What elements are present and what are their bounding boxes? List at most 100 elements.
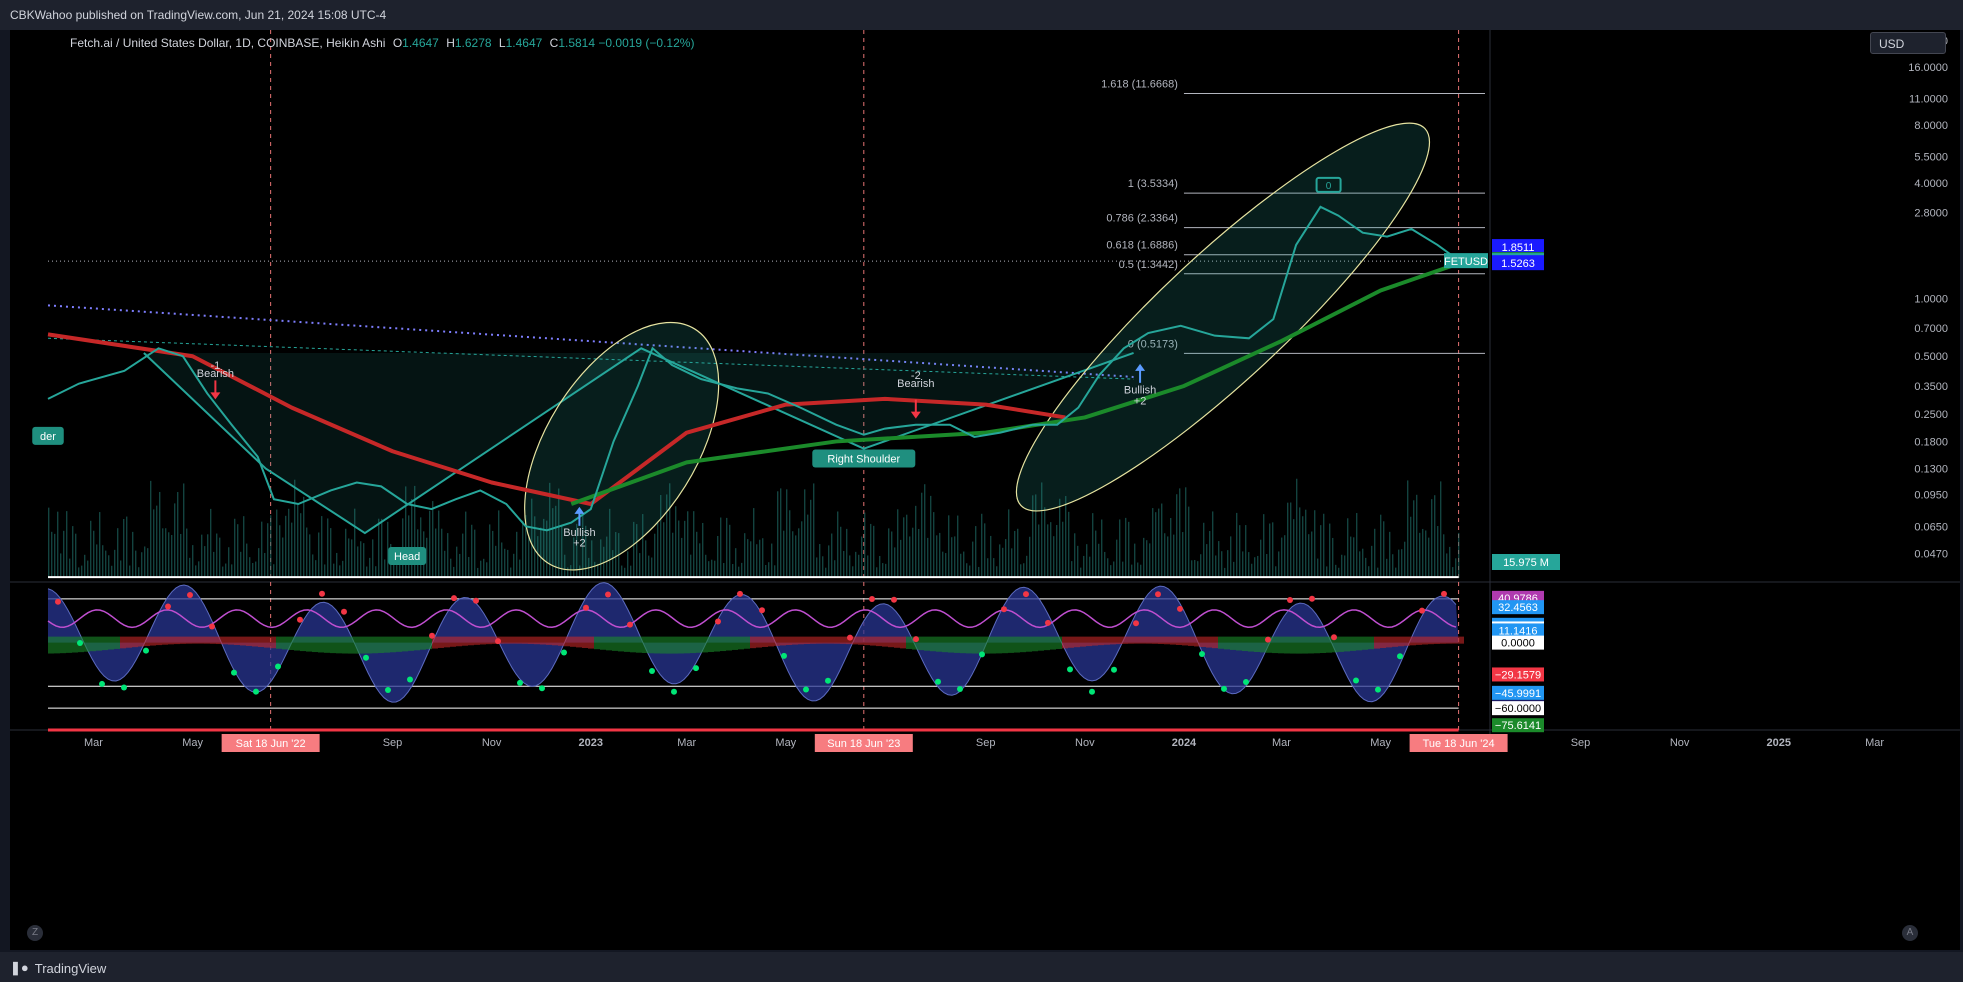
volume-bar	[729, 524, 731, 578]
volume-bar	[963, 551, 965, 578]
time-tick-label: Mar	[677, 737, 696, 749]
fib-level-label: 0.786 (2.3364)	[1106, 213, 1178, 225]
osc-band	[702, 636, 708, 653]
zero-marker-label: 0	[1326, 181, 1332, 192]
volume-bar	[1263, 514, 1265, 578]
volume-bar	[444, 550, 446, 578]
volume-bar	[1431, 499, 1433, 578]
volume-bar	[219, 537, 221, 578]
volume-bar	[522, 520, 524, 578]
volume-bar	[57, 511, 59, 578]
volume-bar	[888, 528, 890, 578]
volume-bar	[198, 561, 200, 578]
open-value: 1.4647	[402, 36, 439, 50]
volume-bar	[927, 537, 929, 578]
osc-band	[780, 636, 786, 646]
chart-area[interactable]: 1.618 (11.6668) 1 (3.5334) 0.786 (2.3364) 0…	[10, 30, 1960, 950]
osc-signal-dot	[1111, 666, 1117, 673]
currency-button[interactable]: USD	[1870, 32, 1946, 54]
price-tick-label: 0.1800	[1914, 436, 1948, 448]
volume-bar	[273, 564, 275, 578]
osc-band	[894, 636, 900, 648]
osc-band	[1194, 636, 1200, 647]
price-tick-label: 0.0650	[1914, 521, 1948, 533]
volume-bar	[873, 525, 875, 578]
osc-band	[720, 636, 726, 652]
volume-bar	[495, 545, 497, 578]
volume-bar	[1125, 517, 1127, 578]
tradingview-brand[interactable]: ❚● TradingView	[10, 960, 106, 976]
osc-band	[534, 636, 540, 645]
osc-band	[582, 636, 588, 648]
time-tick-label: May	[182, 737, 203, 749]
osc-band	[942, 636, 948, 653]
volume-bar	[381, 518, 383, 578]
osc-band	[1164, 636, 1170, 645]
zoom-button[interactable]: Z	[27, 925, 43, 941]
volume-bar	[1140, 564, 1142, 578]
volume-bar	[1158, 508, 1160, 578]
volume-bar	[1023, 563, 1025, 578]
osc-band	[1440, 636, 1446, 644]
volume-bar	[1185, 487, 1187, 578]
volume-bar	[330, 528, 332, 578]
osc-band	[696, 636, 702, 653]
volume-bar	[1245, 525, 1247, 578]
osc-band	[666, 636, 672, 654]
volume-bar	[807, 514, 809, 578]
volume-bar	[885, 563, 887, 578]
osc-band	[240, 636, 246, 646]
osc-band	[360, 636, 366, 654]
auto-scale-button[interactable]: A	[1902, 925, 1918, 941]
volume-bar	[810, 499, 812, 578]
volume-bar	[828, 545, 830, 578]
price-tick-label: 4.0000	[1914, 178, 1948, 190]
volume-bar	[900, 539, 902, 578]
volume-bar	[513, 553, 515, 578]
volume-bar	[465, 511, 467, 578]
osc-band	[600, 636, 606, 650]
volume-bar	[744, 533, 746, 578]
osc-band	[1140, 636, 1146, 644]
osc-band	[924, 636, 930, 651]
osc-signal-dot	[891, 596, 897, 603]
osc-signal-dot	[1089, 688, 1095, 695]
volume-bar	[741, 562, 743, 578]
volume-bar	[150, 480, 152, 578]
volume-bar	[645, 540, 647, 578]
osc-band	[570, 636, 576, 647]
volume-bar	[846, 528, 848, 578]
volume-bar	[1269, 523, 1271, 578]
volume-bar	[1164, 533, 1166, 578]
volume-bar	[684, 520, 686, 578]
volume-bar	[1191, 560, 1193, 578]
osc-label-text: −29.1579	[1495, 669, 1541, 681]
volume-bar	[930, 495, 932, 578]
volume-bar	[1278, 551, 1280, 578]
volume-bar	[462, 533, 464, 578]
osc-band	[174, 636, 180, 645]
osc-band	[1020, 636, 1026, 653]
volume-bar	[1062, 521, 1064, 578]
osc-band	[198, 636, 204, 644]
volume-bar	[1008, 509, 1010, 578]
volume-bar	[360, 541, 362, 578]
volume-bar	[702, 522, 704, 578]
price-chart-svg[interactable]: 1.618 (11.6668) 1 (3.5334) 0.786 (2.3364) 0…	[10, 30, 1960, 950]
volume-bar	[939, 532, 941, 578]
volume-bar	[597, 563, 599, 578]
osc-band	[390, 636, 396, 653]
osc-band	[1314, 636, 1320, 654]
osc-signal-dot	[781, 652, 787, 659]
osc-signal-dot	[209, 623, 215, 630]
volume-bar	[1281, 537, 1283, 578]
osc-band	[888, 636, 894, 648]
osc-band	[396, 636, 402, 652]
osc-band	[990, 636, 996, 654]
volume-bar	[735, 548, 737, 578]
volume-bar	[1416, 494, 1418, 578]
osc-signal-dot	[1397, 653, 1403, 660]
osc-signal-dot	[429, 632, 435, 639]
osc-band	[966, 636, 972, 654]
osc-band	[138, 636, 144, 647]
